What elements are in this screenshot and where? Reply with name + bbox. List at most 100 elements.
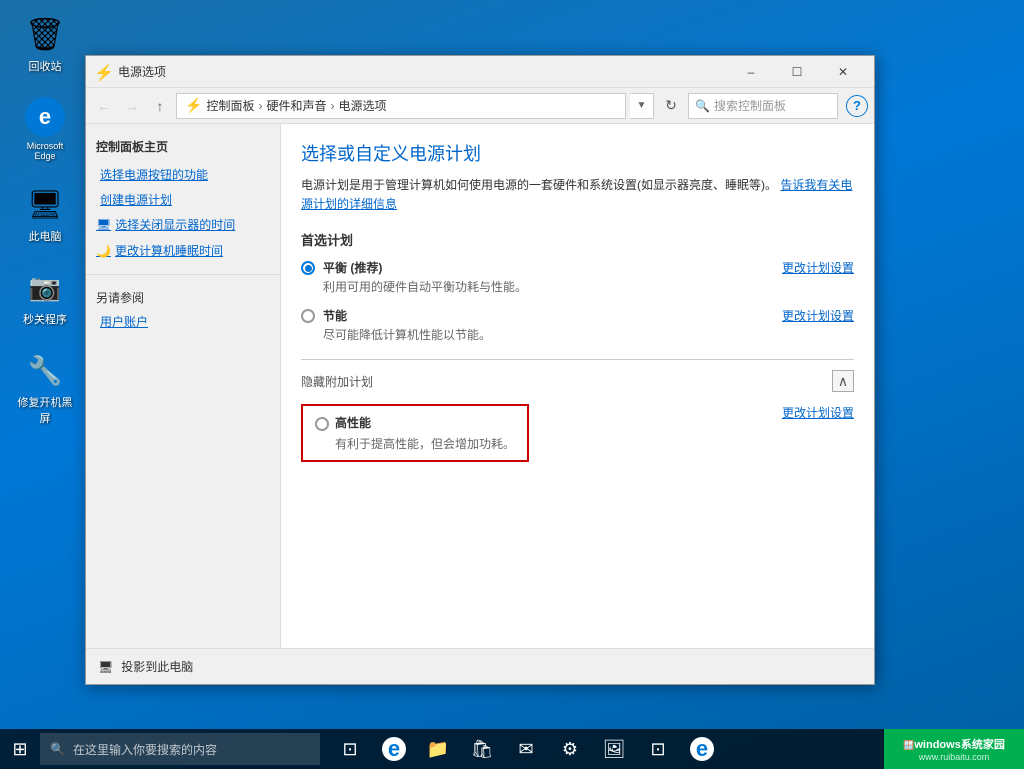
edge2-icon: e bbox=[690, 737, 714, 761]
repair-icon: 🔧 bbox=[25, 350, 65, 390]
edge2-button[interactable]: e bbox=[682, 729, 722, 769]
breadcrumb-arrow1: › bbox=[258, 99, 262, 113]
window-title: 电源选项 bbox=[118, 63, 728, 80]
brand-sub: www.ruibaitu.com bbox=[919, 752, 990, 762]
brand-text: 🪟windows系统家园 bbox=[903, 736, 1005, 752]
screenshot-icon: 📷 bbox=[25, 267, 65, 307]
sidebar-link-power-button[interactable]: 选择电源按钮的功能 bbox=[86, 163, 280, 188]
search-box[interactable]: 🔍 搜索控制面板 bbox=[688, 93, 838, 119]
also-see-title: 另请参阅 bbox=[96, 289, 270, 306]
main-content: 控制面板主页 选择电源按钮的功能 创建电源计划 🖥 选择关闭显示器的时间 🌙 更… bbox=[86, 124, 874, 648]
sleep-icon: 🌙 bbox=[96, 242, 111, 261]
recycle-bin-label: 回收站 bbox=[29, 58, 62, 74]
mail-icon: ✉ bbox=[518, 739, 533, 760]
content-area: 选择或自定义电源计划 电源计划是用于管理计算机如何使用电源的一套硬件和系统设置(… bbox=[281, 124, 874, 648]
breadcrumb-part2: 硬件和声音 bbox=[266, 97, 326, 114]
address-path[interactable]: ⚡ 控制面板 › 硬件和声音 › 电源选项 bbox=[176, 93, 626, 119]
desktop-icon-recycle[interactable]: 🗑 回收站 bbox=[10, 10, 80, 78]
edge-label2: Edge bbox=[34, 151, 55, 161]
window-icon: ⚡ bbox=[94, 63, 112, 81]
forward-button[interactable]: → bbox=[120, 94, 144, 118]
close-button[interactable]: ✕ bbox=[820, 56, 866, 88]
search-placeholder: 搜索控制面板 bbox=[714, 97, 786, 114]
task-view-icon: ⊡ bbox=[342, 739, 357, 760]
computer-icon: 🖥 bbox=[25, 184, 65, 224]
high-performance-plan-item: 高性能 有利于提高性能，但会增加功耗。 更改计划设置 bbox=[301, 404, 854, 474]
power-saver-plan-item: 节能 尽可能降低计算机性能以节能。 更改计划设置 bbox=[301, 307, 854, 343]
edge-taskbar-icon: e bbox=[382, 737, 406, 761]
high-perf-plan-link[interactable]: 更改计划设置 bbox=[782, 404, 854, 421]
preferred-label: 首选计划 bbox=[301, 230, 854, 249]
mail-button[interactable]: ✉ bbox=[506, 729, 546, 769]
edge-taskbar-button[interactable]: e bbox=[374, 729, 414, 769]
also-see-section: 另请参阅 bbox=[86, 285, 280, 310]
power-saver-plan-name: 节能 bbox=[323, 307, 491, 324]
settings-icon: ⚙ bbox=[562, 739, 578, 760]
window-controls: – ☐ ✕ bbox=[728, 56, 866, 88]
sleep-time-label: 更改计算机睡眠时间 bbox=[115, 242, 223, 261]
high-perf-radio[interactable] bbox=[315, 417, 329, 431]
help-button[interactable]: ? bbox=[846, 95, 868, 117]
desktop-icon-edge[interactable]: e Microsoft Edge bbox=[10, 93, 80, 165]
collapse-button[interactable]: ∧ bbox=[832, 370, 854, 392]
brand-corner: 🪟windows系统家园 www.ruibaitu.com bbox=[884, 729, 1024, 769]
sidebar-main-title: 控制面板主页 bbox=[86, 134, 280, 163]
bottom-bar: 🖥 投影到此电脑 bbox=[86, 648, 874, 684]
sidebar-link-sleep-time[interactable]: 🌙 更改计算机睡眠时间 bbox=[86, 239, 280, 264]
desktop-icon-computer[interactable]: 🖥 此电脑 bbox=[10, 180, 80, 248]
sidebar-divider bbox=[86, 274, 280, 275]
hidden-label: 隐藏附加计划 bbox=[301, 373, 373, 390]
explorer-icon: 📁 bbox=[427, 739, 449, 760]
device-manager-button[interactable]: ⊡ bbox=[638, 729, 678, 769]
sidebar-link-user-account[interactable]: 用户账户 bbox=[86, 310, 280, 335]
breadcrumb-part1: 控制面板 bbox=[206, 97, 254, 114]
sidebar-link-create-plan[interactable]: 创建电源计划 bbox=[86, 188, 280, 213]
address-bar: ← → ↑ ⚡ 控制面板 › 硬件和声音 › 电源选项 ▼ ↻ 🔍 搜索控制面板… bbox=[86, 88, 874, 124]
photos-button[interactable]: 🖼 bbox=[594, 729, 634, 769]
edge-label: Microsoft bbox=[27, 141, 64, 151]
desktop-icon-screenshot[interactable]: 📷 秒关程序 bbox=[10, 263, 80, 331]
up-button[interactable]: ↑ bbox=[148, 94, 172, 118]
address-dropdown[interactable]: ▼ bbox=[630, 93, 654, 119]
back-button[interactable]: ← bbox=[92, 94, 116, 118]
balanced-radio[interactable] bbox=[301, 261, 315, 275]
high-perf-box: 高性能 有利于提高性能，但会增加功耗。 bbox=[301, 404, 529, 462]
task-view-button[interactable]: ⊡ bbox=[330, 729, 370, 769]
edge-icon: e bbox=[25, 97, 65, 137]
taskbar-search-placeholder: 在这里输入你要搜索的内容 bbox=[73, 741, 217, 758]
balanced-plan-link[interactable]: 更改计划设置 bbox=[782, 259, 854, 276]
desktop-icons: 🗑 回收站 e Microsoft Edge 🖥 此电脑 📷 秒关程序 🔧 修复… bbox=[10, 10, 80, 430]
power-options-window: ⚡ 电源选项 – ☐ ✕ ← → ↑ ⚡ 控制面板 › 硬件和声音 › 电源选项… bbox=[85, 55, 875, 685]
balanced-plan-item: 平衡 (推荐) 利用可用的硬件自动平衡功耗与性能。 更改计划设置 bbox=[301, 259, 854, 295]
preferred-plans-section: 首选计划 平衡 (推荐) 利用可用的硬件自动平衡功耗与性能。 更改计划设置 bbox=[301, 230, 854, 343]
project-icon: 🖥 bbox=[98, 660, 113, 674]
explorer-button[interactable]: 📁 bbox=[418, 729, 458, 769]
maximize-button[interactable]: ☐ bbox=[774, 56, 820, 88]
taskbar-search[interactable]: 🔍 在这里输入你要搜索的内容 bbox=[40, 733, 320, 765]
start-icon: ⊞ bbox=[12, 739, 27, 760]
breadcrumb-arrow2: › bbox=[330, 99, 334, 113]
power-saver-plan-link[interactable]: 更改计划设置 bbox=[782, 307, 854, 324]
taskbar-search-icon: 🔍 bbox=[50, 742, 65, 756]
desktop-icon-repair[interactable]: 🔧 修复开机黑屏 bbox=[10, 346, 80, 430]
breadcrumb-part3: 电源选项 bbox=[338, 97, 386, 114]
device-manager-icon: ⊡ bbox=[650, 739, 665, 760]
start-button[interactable]: ⊞ bbox=[0, 729, 40, 769]
address-icon: ⚡ bbox=[185, 97, 202, 114]
content-description: 电源计划是用于管理计算机如何使用电源的一套硬件和系统设置(如显示器亮度、睡眠等)… bbox=[301, 176, 854, 214]
power-saver-plan-desc: 尽可能降低计算机性能以节能。 bbox=[323, 326, 491, 343]
taskbar-icons: ⊡ e 📁 🛍 ✉ ⚙ 🖼 ⊡ e bbox=[320, 729, 894, 769]
store-button[interactable]: 🛍 bbox=[462, 729, 502, 769]
taskbar: ⊞ 🔍 在这里输入你要搜索的内容 ⊡ e 📁 🛍 ✉ ⚙ bbox=[0, 729, 1024, 769]
refresh-button[interactable]: ↻ bbox=[658, 93, 684, 119]
title-bar: ⚡ 电源选项 – ☐ ✕ bbox=[86, 56, 874, 88]
content-title: 选择或自定义电源计划 bbox=[301, 140, 854, 166]
store-icon: 🛍 bbox=[471, 739, 494, 760]
sidebar-link-display-off[interactable]: 🖥 选择关闭显示器的时间 bbox=[86, 213, 280, 238]
power-saver-radio[interactable] bbox=[301, 309, 315, 323]
screenshot-label: 秒关程序 bbox=[23, 311, 67, 327]
balanced-plan-desc: 利用可用的硬件自动平衡功耗与性能。 bbox=[323, 278, 527, 295]
high-perf-plan-desc: 有利于提高性能，但会增加功耗。 bbox=[315, 435, 515, 452]
minimize-button[interactable]: – bbox=[728, 56, 774, 88]
settings-button[interactable]: ⚙ bbox=[550, 729, 590, 769]
